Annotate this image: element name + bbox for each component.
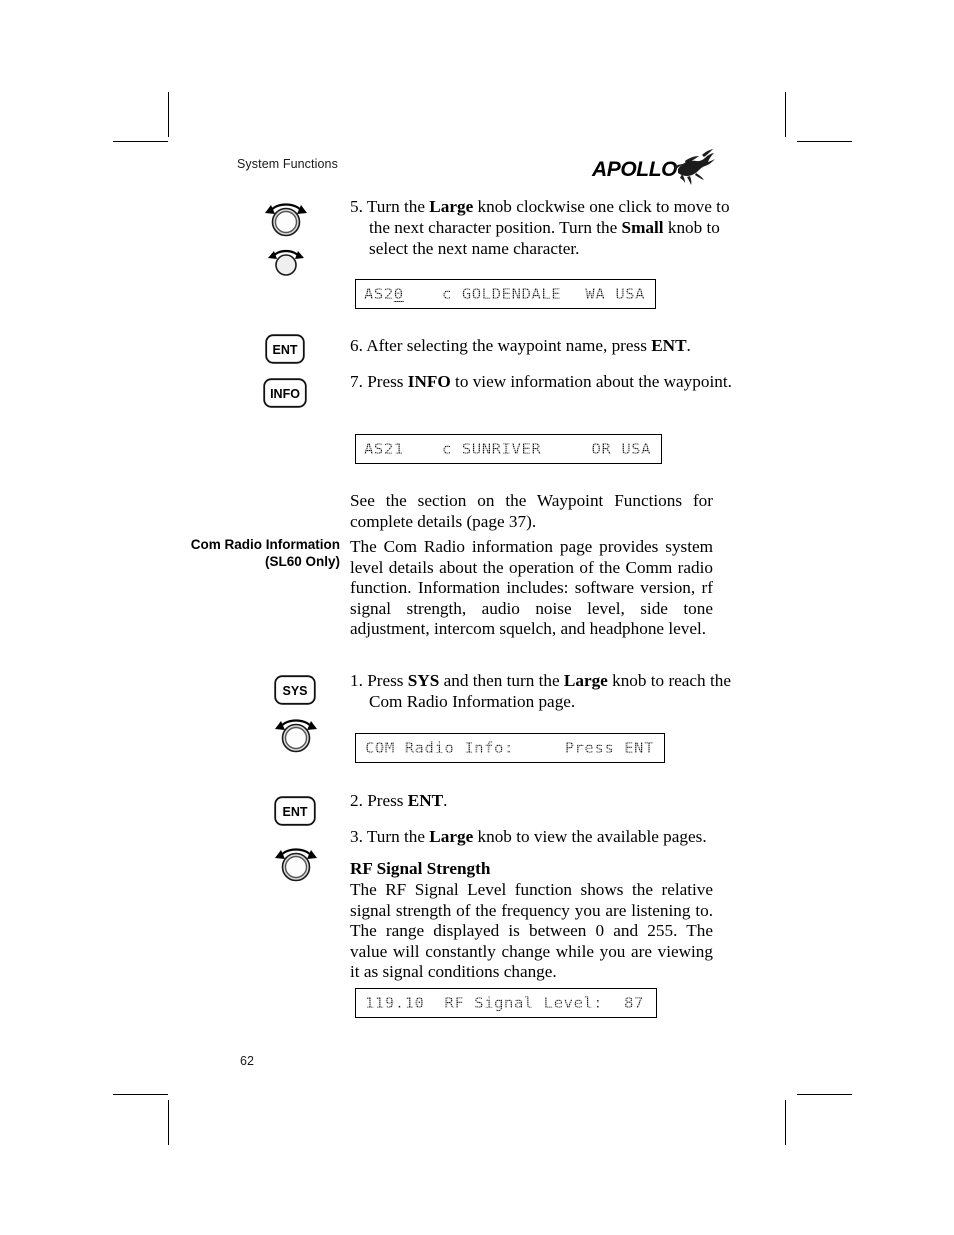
step-5-number: 5.: [350, 197, 363, 216]
step-5: 5. Turn the Large knob clockwise one cli…: [350, 196, 737, 259]
crop-mark-top-right-vertical: [785, 92, 786, 137]
crop-mark-bottom-right-vertical: [785, 1100, 786, 1145]
step-1: 1. Press SYS and then turn the Large kno…: [350, 670, 737, 712]
large-knob-icon: [262, 196, 310, 238]
step-6-ent-emphasis: ENT: [651, 336, 687, 355]
step-1-large-emphasis: Large: [563, 671, 608, 690]
lcd-row: AS21 c SUNRIVER OR USA: [356, 435, 661, 463]
header-title: System Functions: [237, 157, 338, 171]
small-knob-icon: [265, 244, 307, 278]
svg-text:INFO: INFO: [270, 387, 300, 401]
step-2: 2. Press ENT.: [350, 790, 737, 811]
lcd-mid-field: c SUNRIVER: [442, 440, 542, 458]
step-2-ent-emphasis: ENT: [407, 791, 444, 810]
lcd-left-field: AS21: [364, 440, 404, 458]
large-knob-icon: [272, 712, 320, 754]
lcd-cursor-char: 0: [393, 285, 404, 303]
step-6-number: 6.: [350, 336, 363, 355]
step-7-text-b: to view information about the waypoint.: [450, 372, 732, 391]
step-3-text-b: knob to view the available pages.: [473, 827, 707, 846]
crop-mark-bottom-left-horizontal: [113, 1094, 168, 1095]
lcd-right-field: Press ENT: [564, 739, 654, 757]
step-1-text-b: and then turn the: [439, 671, 564, 690]
step-1-number: 1.: [350, 671, 363, 690]
lcd-left-field: 119.10 RF Signal Level:: [365, 994, 604, 1012]
lcd-rf-signal-level: 119.10 RF Signal Level: 87: [355, 988, 657, 1018]
sys-button-icon[interactable]: SYS: [274, 675, 316, 705]
step-7-info-emphasis: INFO: [407, 372, 451, 391]
rf-signal-paragraph: The RF Signal Level function shows the r…: [350, 880, 713, 983]
lcd-right-field: 87: [624, 994, 644, 1012]
crop-mark-bottom-right-horizontal: [797, 1094, 852, 1095]
manual-page: System Functions APOLLO 5. Turn the Larg…: [0, 0, 954, 1235]
svg-text:ENT: ENT: [273, 343, 298, 357]
lcd-right-field: OR USA: [591, 440, 651, 458]
step-6-text-b: .: [686, 336, 691, 355]
see-section-paragraph: See the section on the Waypoint Function…: [350, 491, 713, 532]
step-2-text-b: .: [443, 791, 448, 810]
lcd-waypoint-info: AS21 c SUNRIVER OR USA: [355, 434, 662, 464]
svg-text:APOLLO: APOLLO: [591, 158, 677, 181]
com-radio-side-heading-text: Com Radio Information (SL60 Only): [190, 537, 340, 569]
step-5-small-emphasis: Small: [621, 218, 664, 237]
step-3-text-a: Turn the: [366, 827, 430, 846]
com-radio-paragraph: The Com Radio information page provides …: [350, 537, 713, 640]
step-7-number: 7.: [350, 372, 363, 391]
step-1-sys-emphasis: SYS: [407, 671, 440, 690]
rf-signal-strength-heading: RF Signal Strength: [350, 859, 718, 879]
lcd-row: 119.10 RF Signal Level: 87: [356, 989, 656, 1017]
crop-mark-bottom-left-vertical: [168, 1100, 169, 1145]
lcd-mid-field: c GOLDENDALE: [442, 285, 562, 303]
lcd-right-field: WA USA: [585, 285, 645, 303]
com-radio-side-heading: Com Radio Information (SL60 Only): [180, 537, 340, 570]
lcd-left-field: COM Radio Info:: [365, 739, 514, 757]
step-1-text-a: Press: [367, 671, 408, 690]
pegasus-icon: [674, 149, 715, 185]
step-6: 6. After selecting the waypoint name, pr…: [350, 335, 737, 356]
page-number: 62: [240, 1054, 254, 1068]
step-3-large-emphasis: Large: [429, 827, 474, 846]
lcd-left-field: AS20: [364, 285, 404, 303]
large-knob-icon: [272, 841, 320, 883]
step-5-large-emphasis: Large: [429, 197, 474, 216]
apollo-logo: APOLLO: [590, 147, 715, 189]
rf-signal-paragraph-text: The RF Signal Level function shows the r…: [350, 880, 713, 981]
step-6-text-a: After selecting the waypoint name, press: [366, 336, 652, 355]
lcd-waypoint-name-entry: AS20 c GOLDENDALE WA USA: [355, 279, 656, 309]
step-5-text-a: Turn the: [366, 197, 430, 216]
page-header: System Functions APOLLO: [237, 149, 715, 189]
crop-mark-top-left-vertical: [168, 92, 169, 137]
step-3: 3. Turn the Large knob to view the avail…: [350, 826, 737, 847]
rf-signal-strength-heading-text: RF Signal Strength: [350, 859, 491, 878]
ent-button-icon[interactable]: ENT: [265, 334, 305, 364]
step-7: 7. Press INFO to view information about …: [350, 371, 737, 392]
step-7-text-a: Press: [367, 372, 408, 391]
lcd-row: AS20 c GOLDENDALE WA USA: [356, 280, 655, 308]
com-radio-paragraph-text: The Com Radio information page provides …: [350, 537, 713, 638]
lcd-com-radio-info-prompt: COM Radio Info: Press ENT: [355, 733, 665, 763]
see-section-text: See the section on the Waypoint Function…: [350, 491, 713, 531]
step-2-text-a: Press: [367, 791, 408, 810]
crop-mark-top-left-horizontal: [113, 141, 168, 142]
step-2-number: 2.: [350, 791, 363, 810]
ent-button-icon[interactable]: ENT: [274, 796, 316, 826]
svg-text:SYS: SYS: [282, 684, 307, 698]
step-3-number: 3.: [350, 827, 363, 846]
info-button-icon[interactable]: INFO: [263, 378, 307, 408]
crop-mark-top-right-horizontal: [797, 141, 852, 142]
svg-text:ENT: ENT: [283, 805, 308, 819]
lcd-row: COM Radio Info: Press ENT: [356, 734, 664, 762]
